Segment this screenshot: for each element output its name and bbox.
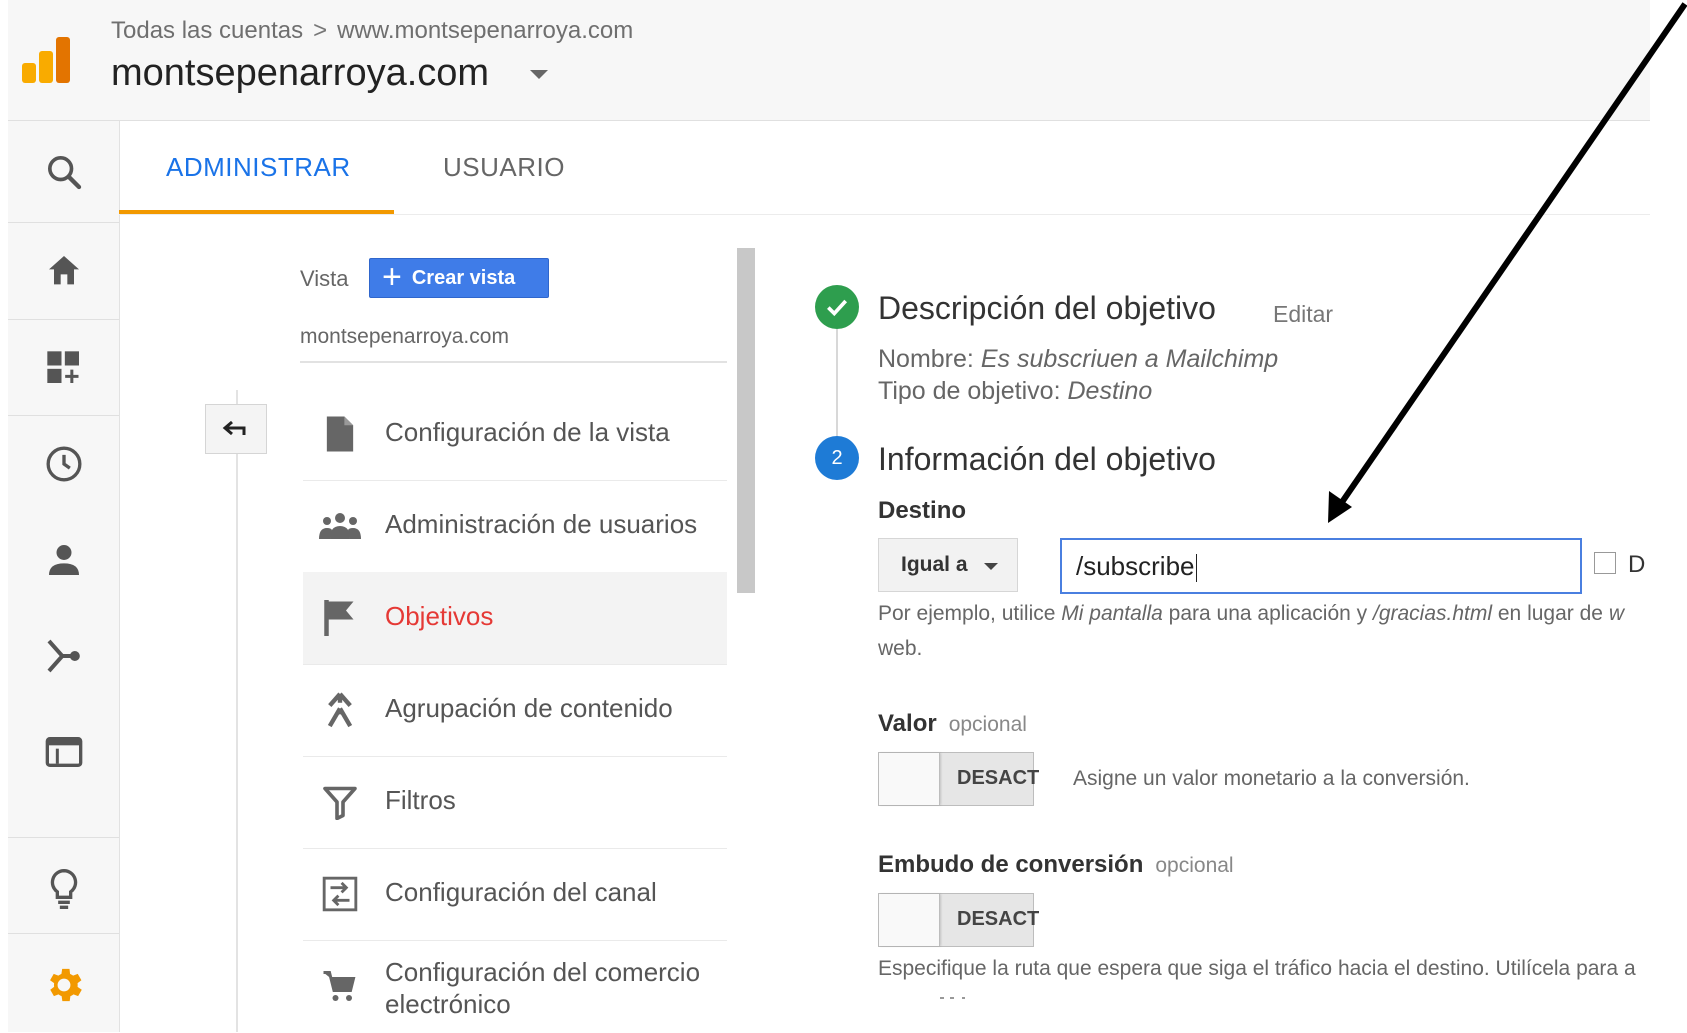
step-complete-check-icon	[815, 285, 859, 329]
gear-icon[interactable]	[8, 937, 119, 1033]
value-label: Valor	[878, 710, 937, 737]
destination-input-value: /subscribe	[1076, 551, 1195, 581]
view-label: Vista	[300, 266, 349, 291]
create-view-button[interactable]: + Crear vista	[369, 258, 549, 298]
hint-example: Mi pantalla	[1061, 602, 1163, 625]
tab-administrar[interactable]: ADMINISTRAR	[166, 152, 351, 183]
value-section-label: Valor opcional	[878, 710, 1027, 738]
case-sensitive-checkbox[interactable]	[1594, 552, 1616, 574]
step-number-badge: 2	[815, 436, 859, 480]
breadcrumb-root[interactable]: Todas las cuentas	[111, 17, 303, 44]
menu-item-label: Configuración de la vista	[385, 417, 670, 447]
view-selector-underline	[300, 361, 727, 363]
hint-text: Por ejemplo, utilice	[878, 602, 1056, 625]
menu-item-ecommerce-settings[interactable]: Configuración del comercio electrónico	[303, 940, 727, 1032]
destination-input[interactable]: /subscribe	[1060, 538, 1582, 594]
case-sensitive-label: D	[1628, 551, 1646, 578]
goal-type: Tipo de objetivo: Destino	[878, 377, 1152, 406]
destination-hint-continued: web.	[878, 637, 923, 660]
dashboard-add-icon[interactable]	[8, 320, 119, 416]
menu-scrollbar[interactable]	[737, 248, 755, 593]
hint-text: para una aplicación y	[1168, 602, 1368, 625]
flag-icon	[318, 596, 362, 640]
menu-item-label: Filtros	[385, 785, 456, 815]
filter-icon	[318, 780, 362, 824]
goal-name-value: Es subscriuen a Mailchimp	[980, 345, 1279, 373]
menu-item-label: Configuración del canal	[385, 877, 657, 907]
menu-item-view-settings[interactable]: Configuración de la vista	[303, 388, 727, 481]
left-nav-rail	[8, 121, 120, 1032]
optional-tag: opcional	[1155, 854, 1234, 877]
step-connector	[836, 329, 838, 439]
value-toggle[interactable]: DESACT	[878, 752, 1039, 806]
breadcrumb-separator: >	[313, 17, 328, 44]
goal-info-title: Información del objetivo	[878, 441, 1216, 477]
hint-text: en lugar de	[1497, 602, 1603, 625]
goal-description-title: Descripción del objetivo	[878, 290, 1216, 326]
column-divider	[236, 390, 238, 1032]
acquisition-icon[interactable]	[8, 608, 119, 704]
match-type-dropdown[interactable]: Igual a	[878, 538, 1018, 592]
search-icon[interactable]	[8, 124, 119, 220]
funnel-description-cutoff	[940, 997, 965, 999]
caret-down-icon[interactable]	[530, 70, 548, 79]
users-icon	[318, 504, 362, 548]
home-icon[interactable]	[8, 223, 119, 319]
match-type-value: Igual a	[901, 553, 968, 576]
menu-item-label: Configuración del comercio electrónico	[385, 957, 701, 1019]
document-icon	[318, 412, 362, 456]
funnel-toggle[interactable]: DESACT	[878, 893, 1039, 947]
goal-name-label: Nombre:	[878, 345, 974, 373]
person-icon[interactable]	[8, 512, 119, 608]
breadcrumb-site[interactable]: www.montsepenarroya.com	[337, 17, 633, 44]
destination-hint: Por ejemplo, utilice Mi pantalla para un…	[878, 602, 1650, 626]
funnel-section-label: Embudo de conversión opcional	[878, 851, 1234, 879]
menu-item-filters[interactable]: Filtros	[303, 756, 727, 849]
toggle-knob	[879, 753, 940, 805]
account-selector[interactable]: montsepenarroya.com	[111, 52, 489, 95]
destination-label: Destino	[878, 497, 967, 524]
funnel-description: Especifique la ruta que espera que siga …	[878, 957, 1636, 980]
value-description: Asigne un valor monetario a la conversió…	[1073, 767, 1470, 790]
menu-item-label: Administración de usuarios	[385, 509, 698, 539]
behavior-icon[interactable]	[8, 704, 119, 800]
content-grouping-icon	[318, 688, 362, 732]
breadcrumb[interactable]: Todas las cuentas > www.montsepenarroya.co…	[111, 17, 633, 45]
hint-example: /gracias.html	[1372, 602, 1493, 625]
edit-link[interactable]: Editar	[1273, 301, 1333, 328]
goal-name: Nombre: Es subscriuen a Mailchimp	[878, 345, 1278, 374]
toggle-state: DESACT	[957, 767, 1040, 789]
hint-example: w	[1608, 602, 1624, 625]
toggle-state: DESACT	[957, 908, 1040, 930]
toggle-knob	[879, 894, 940, 946]
funnel-label: Embudo de conversión	[878, 851, 1144, 878]
analytics-logo-icon[interactable]	[20, 33, 72, 85]
menu-item-content-grouping[interactable]: Agrupación de contenido	[303, 664, 727, 757]
clock-icon[interactable]	[8, 416, 119, 512]
tab-divider	[119, 214, 1650, 215]
goal-type-value: Destino	[1067, 377, 1153, 405]
menu-item-label: Agrupación de contenido	[385, 693, 673, 723]
view-selector[interactable]: montsepenarroya.com	[300, 325, 509, 349]
back-arrow-icon	[222, 420, 246, 436]
back-button[interactable]	[205, 404, 267, 454]
goal-type-label: Tipo de objetivo:	[878, 377, 1061, 405]
caret-down-icon	[983, 563, 998, 570]
lightbulb-icon[interactable]	[8, 841, 119, 937]
text-cursor	[1195, 554, 1197, 583]
cart-icon	[318, 964, 362, 1008]
menu-item-goals[interactable]: Objetivos	[303, 572, 727, 665]
menu-item-user-management[interactable]: Administración de usuarios	[303, 480, 727, 573]
menu-item-label: Objetivos	[385, 601, 494, 631]
optional-tag: opcional	[948, 713, 1027, 736]
tab-usuario[interactable]: USUARIO	[443, 152, 565, 183]
create-view-label: Crear vista	[411, 266, 516, 289]
menu-item-channel-settings[interactable]: Configuración del canal	[303, 848, 727, 941]
channel-icon	[318, 872, 362, 916]
plus-icon: +	[382, 257, 402, 296]
